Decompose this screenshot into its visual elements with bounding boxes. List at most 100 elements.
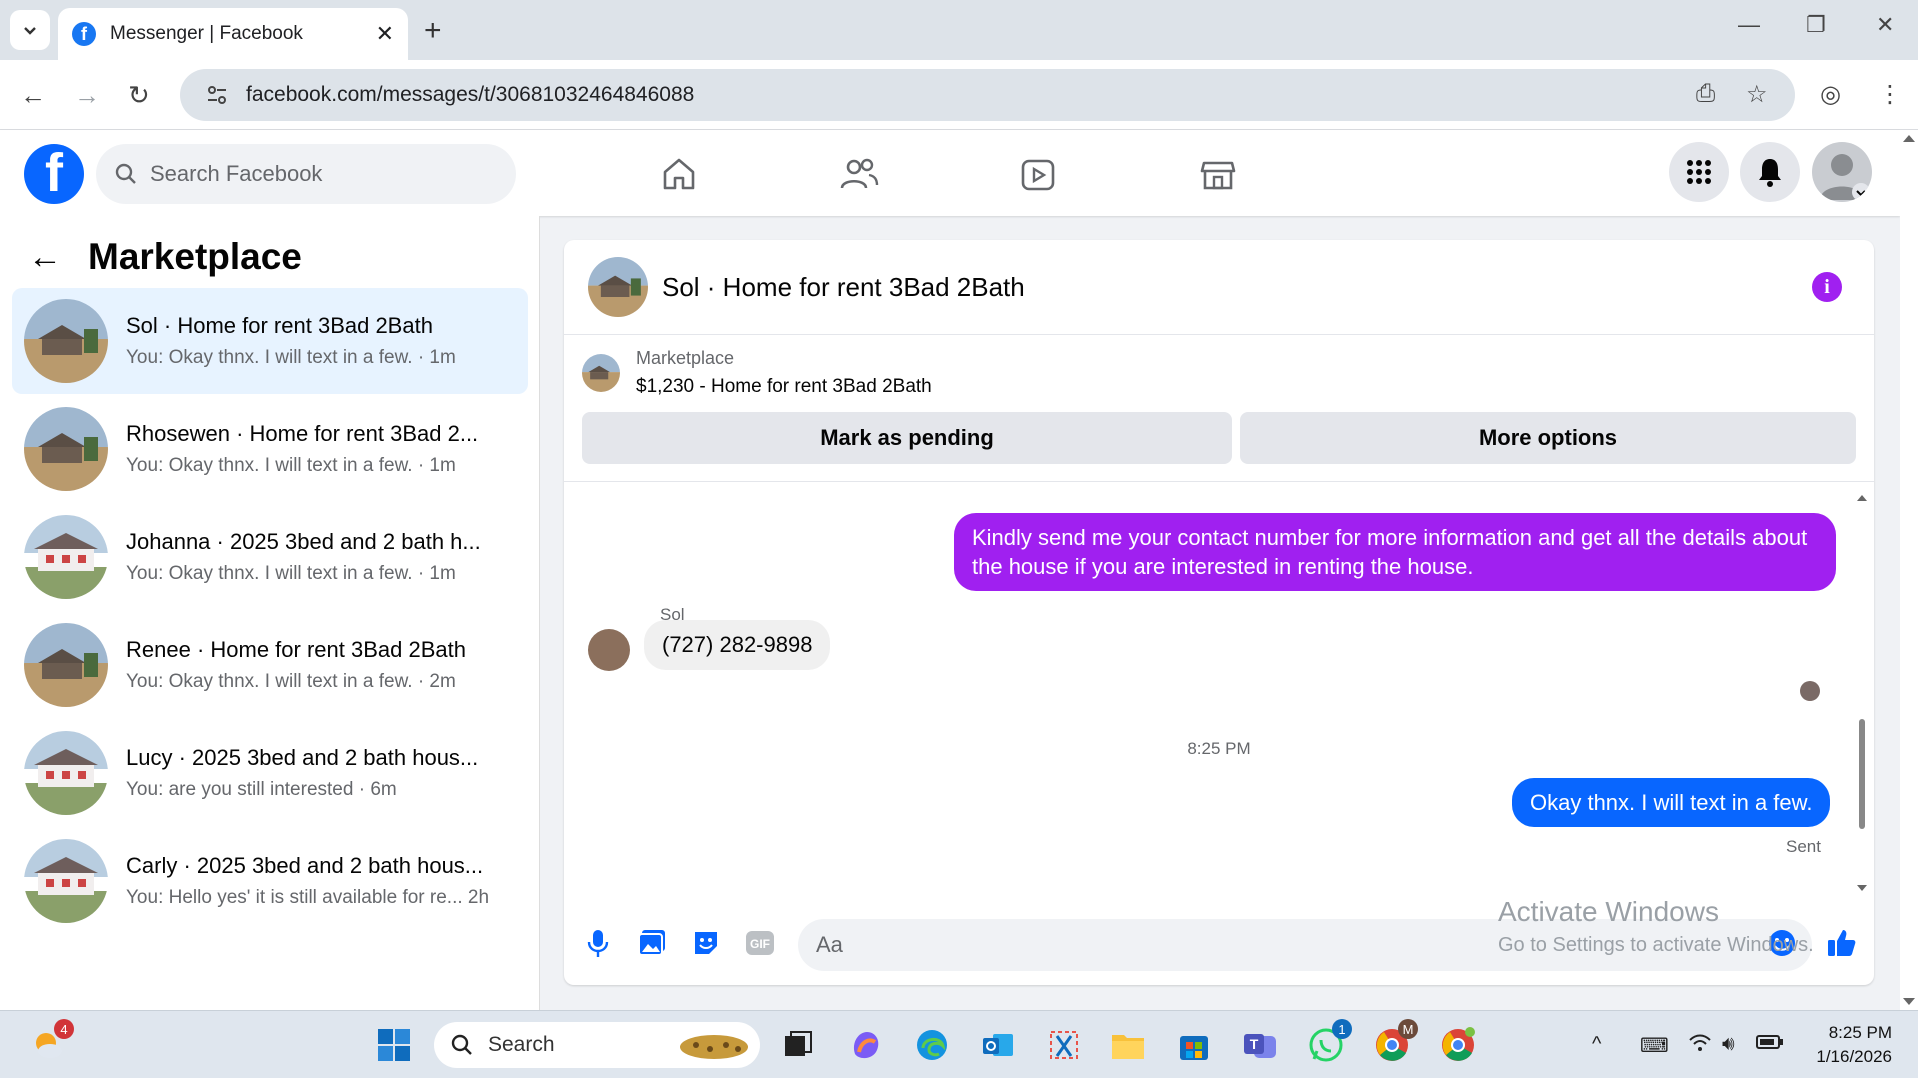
conversation-name: Renee · Home for rent 3Bad 2Bath (126, 637, 466, 662)
search-highlight-image (680, 1035, 748, 1059)
file-explorer-icon[interactable] (1108, 1025, 1148, 1065)
back-arrow-icon[interactable]: ← (28, 238, 62, 277)
bookmark-star-icon[interactable]: ☆ (1746, 80, 1768, 109)
install-app-icon[interactable]: ⎙ (1696, 80, 1715, 108)
chat-panel: Sol · Home for rent 3Bad 2Bath i Marketp… (564, 240, 1874, 985)
listing-avatar (24, 299, 108, 383)
page-scrollbar[interactable] (1900, 130, 1918, 1010)
wifi-icon[interactable] (1688, 1033, 1712, 1059)
system-clock[interactable]: 8:25 PM 1/16/2026 (1816, 1021, 1892, 1069)
site-settings-icon[interactable] (204, 82, 230, 108)
whatsapp-icon[interactable]: 1 (1306, 1019, 1352, 1065)
photo-icon[interactable] (636, 927, 668, 959)
browser-tab[interactable]: f Messenger | Facebook ✕ (58, 8, 408, 60)
teams-icon[interactable]: T (1240, 1025, 1280, 1065)
conversation-item[interactable]: Renee · Home for rent 3Bad 2Bath You: Ok… (12, 612, 528, 718)
thumbs-up-icon[interactable] (1826, 927, 1858, 959)
sender-avatar[interactable] (588, 629, 630, 671)
read-receipt-avatar (1800, 681, 1820, 701)
gif-icon[interactable]: GIF (744, 927, 776, 959)
microphone-icon[interactable] (582, 927, 614, 959)
marketplace-header: ← Marketplace (28, 236, 302, 278)
keyboard-icon[interactable]: ⌨ (1640, 1033, 1669, 1058)
conversation-list-panel: ← Marketplace Sol · Home for rent 3Bad 2… (0, 216, 540, 1010)
friends-icon[interactable] (837, 152, 881, 196)
back-icon[interactable]: ← (20, 80, 46, 111)
search-icon (115, 163, 136, 184)
conversation-preview: You: Okay thnx. I will text in a few. · … (126, 563, 456, 584)
conversation-item[interactable]: Lucy · 2025 3bed and 2 bath hous... You:… (12, 720, 528, 826)
listing-title[interactable]: $1,230 - Home for rent 3Bad 2Bath (636, 376, 932, 398)
chat-header: Sol · Home for rent 3Bad 2Bath i (564, 240, 1874, 335)
show-hidden-icons-chevron-icon[interactable]: ^ (1592, 1033, 1601, 1056)
thread-scrollbar[interactable] (1856, 493, 1868, 893)
listing-avatar (24, 515, 108, 599)
tab-search-button[interactable] (10, 10, 50, 50)
conversation-preview: You: Okay thnx. I will text in a few. · … (126, 347, 456, 368)
new-tab-button[interactable]: + (424, 14, 442, 48)
facebook-logo[interactable]: f (24, 144, 84, 204)
message-status: Sent (1786, 837, 1821, 856)
battery-icon[interactable] (1756, 1033, 1784, 1057)
conversation-item[interactable]: Carly · 2025 3bed and 2 bath hous... You… (12, 828, 528, 934)
facebook-favicon-icon: f (72, 22, 96, 46)
chat-avatar[interactable] (588, 257, 648, 317)
weather-badge: 4 (54, 1019, 74, 1039)
outgoing-message[interactable]: Kindly send me your contact number for m… (954, 513, 1836, 591)
listing-avatar (24, 731, 108, 815)
outlook-icon[interactable] (978, 1025, 1018, 1065)
windows-start-icon[interactable] (374, 1025, 414, 1065)
incoming-message[interactable]: (727) 282-9898 (644, 620, 831, 670)
marketplace-icon[interactable] (1196, 152, 1240, 196)
copilot-icon[interactable] (846, 1025, 886, 1065)
video-icon[interactable] (1016, 152, 1060, 196)
listing-avatar (24, 839, 108, 923)
facebook-header: f Search Facebook (0, 130, 1900, 216)
account-avatar[interactable] (1812, 142, 1872, 202)
conversation-preview: You: Okay thnx. I will text in a few. · … (126, 671, 456, 692)
forward-icon[interactable]: → (74, 80, 100, 111)
address-bar[interactable]: facebook.com/messages/t/3068103246484608… (180, 69, 1795, 121)
close-tab-icon[interactable]: ✕ (376, 21, 394, 47)
home-icon[interactable] (657, 152, 701, 196)
minimize-icon[interactable]: — (1738, 12, 1760, 38)
edge-icon[interactable] (912, 1025, 952, 1065)
profile-icon[interactable]: ◎ (1820, 80, 1841, 109)
restore-icon[interactable]: ❐ (1806, 12, 1826, 38)
conversation-item[interactable]: Johanna · 2025 3bed and 2 bath h... You:… (12, 504, 528, 610)
facebook-search-input[interactable]: Search Facebook (96, 144, 516, 204)
clock-time: 8:25 PM (1828, 1023, 1892, 1042)
clock-date: 1/16/2026 (1816, 1047, 1892, 1066)
weather-icon[interactable]: 4 (28, 1019, 74, 1065)
volume-icon[interactable]: 🔊︎ (1722, 1033, 1735, 1056)
svg-text:T: T (1250, 1036, 1259, 1052)
chat-title[interactable]: Sol · Home for rent 3Bad 2Bath (662, 272, 1025, 303)
reload-icon[interactable]: ↻ (128, 80, 150, 111)
svg-text:GIF: GIF (750, 937, 770, 951)
close-window-icon[interactable]: ✕ (1876, 12, 1894, 38)
mark-as-pending-button[interactable]: Mark as pending (582, 412, 1232, 464)
task-view-icon[interactable] (778, 1025, 818, 1065)
sticker-icon[interactable] (690, 927, 722, 959)
search-placeholder: Search Facebook (150, 161, 323, 186)
more-options-button[interactable]: More options (1240, 412, 1856, 464)
conversation-name: Sol · Home for rent 3Bad 2Bath (126, 313, 433, 338)
message-thread[interactable]: Kindly send me your contact number for m… (564, 483, 1874, 903)
kebab-menu-icon[interactable]: ⋮ (1878, 80, 1902, 109)
conversation-item[interactable]: Rhosewen · Home for rent 3Bad 2... You: … (12, 396, 528, 502)
listing-thumbnail[interactable] (582, 354, 620, 392)
chrome-icon-2[interactable] (1438, 1025, 1478, 1065)
outgoing-message[interactable]: Okay thnx. I will text in a few. (1512, 778, 1831, 827)
listing-avatar (24, 407, 108, 491)
snipping-tool-icon[interactable] (1044, 1025, 1084, 1065)
conversation-preview: You: Hello yes' it is still available fo… (126, 887, 490, 908)
menu-grid-icon[interactable] (1669, 142, 1729, 202)
browser-toolbar: ← → ↻ facebook.com/messages/t/3068103246… (0, 60, 1918, 130)
taskbar-search[interactable]: Search (434, 1022, 760, 1068)
chrome-icon[interactable]: M (1372, 1019, 1418, 1065)
marketplace-listing-bar: Marketplace $1,230 - Home for rent 3Bad … (564, 336, 1874, 482)
info-icon[interactable]: i (1812, 272, 1842, 302)
microsoft-store-icon[interactable] (1174, 1025, 1214, 1065)
notifications-bell-icon[interactable] (1740, 142, 1800, 202)
conversation-item[interactable]: Sol · Home for rent 3Bad 2Bath You: Okay… (12, 288, 528, 394)
